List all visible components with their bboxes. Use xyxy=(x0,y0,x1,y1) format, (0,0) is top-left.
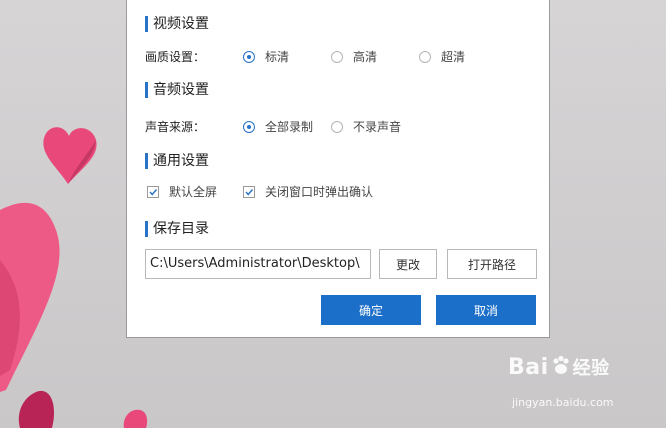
heart-decoration-small xyxy=(123,409,148,428)
heart-decoration-large xyxy=(0,202,60,392)
radio-label: 高清 xyxy=(353,50,378,64)
watermark-brand: Bai xyxy=(508,355,549,380)
default-fullscreen-checkbox[interactable]: 默认全屏 xyxy=(147,183,217,200)
checkbox-label: 关闭窗口时弹出确认 xyxy=(265,185,374,199)
ok-button[interactable]: 确定 xyxy=(321,295,421,325)
radio-selected-icon xyxy=(243,50,255,63)
checkbox-checked-icon xyxy=(243,185,255,198)
radio-unselected-icon xyxy=(419,50,431,63)
radio-label: 标清 xyxy=(265,50,290,64)
radio-label: 全部录制 xyxy=(265,120,314,134)
cancel-button[interactable]: 取消 xyxy=(436,295,536,325)
open-path-button[interactable]: 打开路径 xyxy=(447,249,537,279)
audio-source-label: 声音来源： xyxy=(145,120,206,134)
change-path-button[interactable]: 更改 xyxy=(379,249,437,279)
heart-decoration xyxy=(43,127,97,184)
radio-selected-icon xyxy=(243,120,255,133)
quality-high-radio[interactable]: 高清 xyxy=(331,48,377,65)
save-path-field[interactable]: C:\Users\Administrator\Desktop\ xyxy=(145,249,371,279)
watermark-brand-suffix: 经验 xyxy=(572,358,610,379)
audio-settings-title: 音频设置 xyxy=(145,81,209,99)
audio-record-all-radio[interactable]: 全部录制 xyxy=(243,118,313,135)
save-directory-title: 保存目录 xyxy=(145,220,209,238)
paw-icon xyxy=(553,355,569,374)
confirm-on-close-checkbox[interactable]: 关闭窗口时弹出确认 xyxy=(243,183,373,200)
quality-ultra-radio[interactable]: 超清 xyxy=(419,48,465,65)
radio-label: 超清 xyxy=(441,50,466,64)
checkbox-checked-icon xyxy=(147,185,159,198)
quality-standard-radio[interactable]: 标清 xyxy=(243,48,289,65)
radio-unselected-icon xyxy=(331,50,343,63)
checkbox-label: 默认全屏 xyxy=(169,185,218,199)
baidu-watermark: Bai 经验 jingyan.baidu.com xyxy=(508,354,614,409)
settings-dialog: 视频设置 画质设置： 标清 高清 超清 音频设置 声音来源： 全部录制 不录声音… xyxy=(126,0,550,338)
quality-label: 画质设置： xyxy=(145,50,206,64)
audio-mute-radio[interactable]: 不录声音 xyxy=(331,118,401,135)
radio-label: 不录声音 xyxy=(353,120,402,134)
radio-unselected-icon xyxy=(331,120,343,133)
video-settings-title: 视频设置 xyxy=(145,15,209,33)
heart-decoration-bottom xyxy=(18,390,55,428)
watermark-url: jingyan.baidu.com xyxy=(512,396,614,409)
general-settings-title: 通用设置 xyxy=(145,152,209,170)
